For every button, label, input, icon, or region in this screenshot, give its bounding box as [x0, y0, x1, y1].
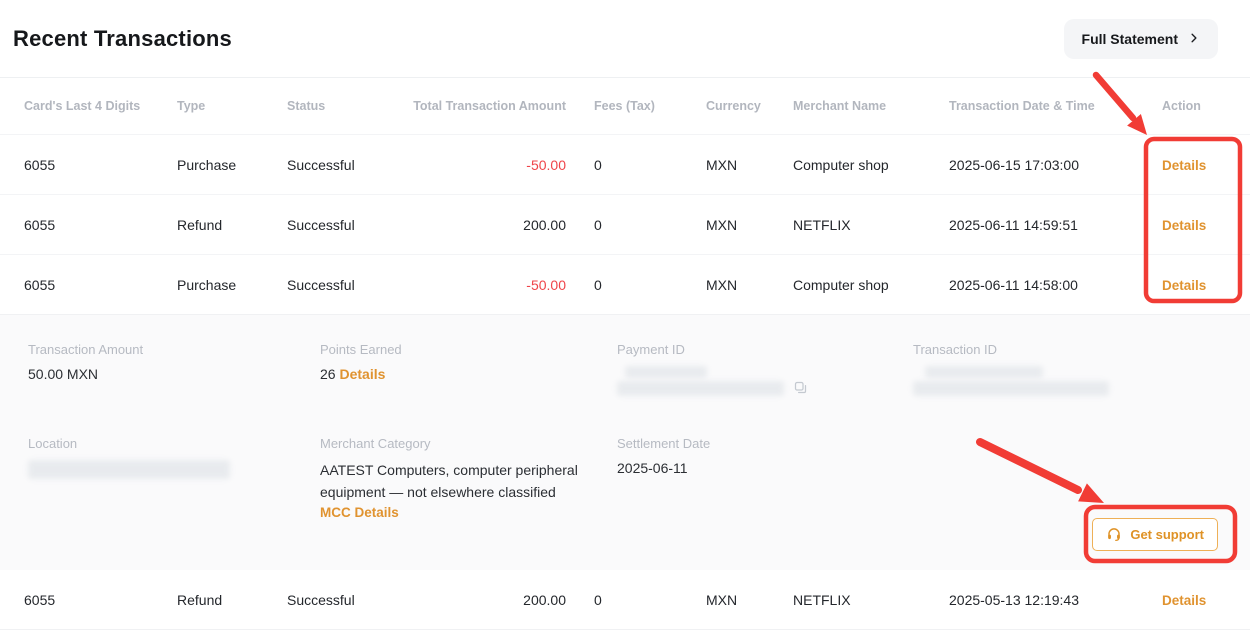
page-header: Recent Transactions Full Statement	[0, 0, 1250, 78]
col-header-status: Status	[287, 99, 394, 113]
cell-card: 6055	[24, 277, 177, 293]
cell-datetime: 2025-06-11 14:59:51	[949, 217, 1156, 233]
cell-datetime: 2025-06-11 14:58:00	[949, 277, 1156, 293]
cell-status: Successful	[287, 217, 394, 233]
headset-icon	[1106, 526, 1122, 542]
cell-amount: -50.00	[394, 277, 566, 293]
cell-type: Purchase	[177, 277, 287, 293]
cell-amount: 200.00	[394, 592, 566, 608]
get-support-button[interactable]: Get support	[1092, 518, 1218, 551]
cell-status: Successful	[287, 592, 394, 608]
cell-currency: MXN	[706, 217, 793, 233]
table-header-row: Card's Last 4 Digits Type Status Total T…	[0, 78, 1250, 134]
points-details-link[interactable]: Details	[339, 366, 385, 382]
transactions-table: Card's Last 4 Digits Type Status Total T…	[0, 78, 1250, 630]
col-header-card: Card's Last 4 Digits	[24, 99, 177, 113]
merchant-category-value: AATEST Computers, computer peripheral eq…	[320, 460, 602, 503]
col-header-merchant: Merchant Name	[793, 99, 949, 113]
table-row: 6055 Purchase Successful -50.00 0 MXN Co…	[0, 134, 1250, 194]
mcc-details-link[interactable]: MCC Details	[320, 505, 399, 520]
recent-transactions-page: Recent Transactions Full Statement Card'…	[0, 0, 1250, 640]
field-label: Transaction ID	[913, 342, 1226, 357]
cell-card: 6055	[24, 157, 177, 173]
cell-currency: MXN	[706, 592, 793, 608]
col-header-currency: Currency	[706, 99, 793, 113]
col-header-datetime: Transaction Date & Time	[949, 99, 1156, 113]
chevron-right-icon	[1188, 32, 1200, 44]
table-row: 6055 Refund Successful 200.00 0 MXN NETF…	[0, 194, 1250, 254]
get-support-label: Get support	[1130, 527, 1204, 542]
row-details-link[interactable]: Details	[1162, 593, 1206, 608]
full-statement-label: Full Statement	[1082, 31, 1178, 47]
field-merchant-category: Merchant Category AATEST Computers, comp…	[320, 436, 617, 522]
col-header-action: Action	[1156, 99, 1226, 113]
col-header-fees: Fees (Tax)	[566, 99, 706, 113]
cell-type: Purchase	[177, 157, 287, 173]
cell-type: Refund	[177, 217, 287, 233]
cell-fees: 0	[566, 592, 706, 608]
cell-fees: 0	[566, 277, 706, 293]
points-earned-value: 26	[320, 366, 336, 382]
cell-merchant: Computer shop	[793, 157, 949, 173]
row-details-link[interactable]: Details	[1162, 278, 1206, 293]
cell-card: 6055	[24, 217, 177, 233]
field-points-earned: Points Earned 26 Details	[320, 342, 617, 396]
col-header-amount: Total Transaction Amount	[394, 99, 566, 113]
page-title: Recent Transactions	[13, 26, 232, 52]
table-row: 6055 Refund Successful 200.00 0 MXN NETF…	[0, 570, 1250, 630]
cell-merchant: NETFLIX	[793, 592, 949, 608]
col-header-type: Type	[177, 99, 287, 113]
cell-amount: -50.00	[394, 157, 566, 173]
field-settlement-date: Settlement Date 2025-06-11	[617, 436, 913, 522]
field-transaction-id: Transaction ID	[913, 342, 1226, 396]
cell-merchant: Computer shop	[793, 277, 949, 293]
cell-card: 6055	[24, 592, 177, 608]
full-statement-button[interactable]: Full Statement	[1064, 19, 1218, 59]
cell-currency: MXN	[706, 277, 793, 293]
cell-merchant: NETFLIX	[793, 217, 949, 233]
row-details-link[interactable]: Details	[1162, 218, 1206, 233]
cell-datetime: 2025-06-15 17:03:00	[949, 157, 1156, 173]
field-label: Transaction Amount	[28, 342, 320, 357]
field-payment-id: Payment ID	[617, 342, 913, 396]
transaction-id-redacted-value	[913, 366, 1226, 396]
cell-fees: 0	[566, 157, 706, 173]
transaction-detail-panel: Transaction Amount 50.00 MXN Points Earn…	[0, 314, 1250, 570]
field-label: Location	[28, 436, 320, 451]
row-details-link[interactable]: Details	[1162, 158, 1206, 173]
table-row-expanded: 6055 Purchase Successful -50.00 0 MXN Co…	[0, 254, 1250, 314]
transaction-amount-value: 50.00 MXN	[28, 366, 320, 382]
copy-icon[interactable]	[793, 380, 808, 395]
field-transaction-amount: Transaction Amount 50.00 MXN	[28, 342, 320, 396]
payment-id-redacted-value	[617, 366, 784, 396]
cell-amount: 200.00	[394, 217, 566, 233]
field-label: Payment ID	[617, 342, 913, 357]
cell-status: Successful	[287, 157, 394, 173]
field-location: Location	[28, 436, 320, 522]
field-label: Settlement Date	[617, 436, 913, 451]
cell-datetime: 2025-05-13 12:19:43	[949, 592, 1156, 608]
field-label: Merchant Category	[320, 436, 617, 451]
settlement-date-value: 2025-06-11	[617, 460, 913, 476]
cell-status: Successful	[287, 277, 394, 293]
cell-currency: MXN	[706, 157, 793, 173]
location-redacted-value	[28, 460, 230, 479]
cell-type: Refund	[177, 592, 287, 608]
field-label: Points Earned	[320, 342, 617, 357]
cell-fees: 0	[566, 217, 706, 233]
